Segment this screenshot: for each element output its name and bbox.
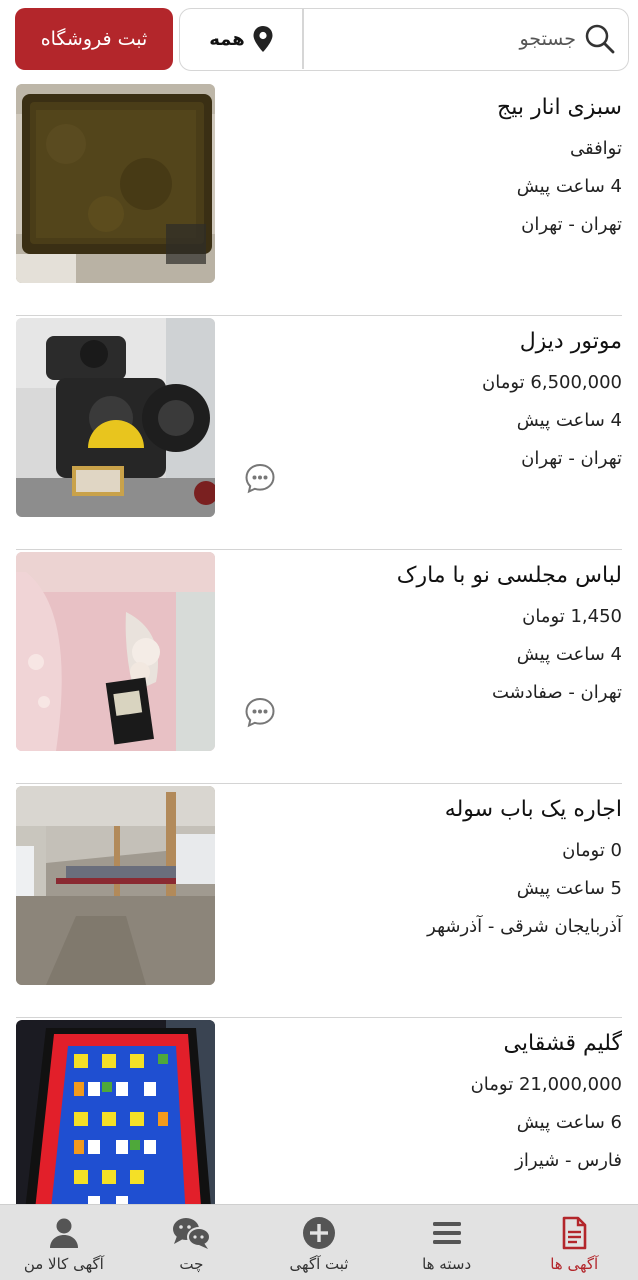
ad-title: گلیم قشقایی (503, 1031, 622, 1056)
ad-image-diesel-engine (16, 318, 215, 517)
ad-time: 4 ساعت پیش (516, 644, 622, 665)
ad-info: لباس مجلسی نو با مارک 1,450 تومان 4 ساعت… (242, 558, 622, 712)
search-box[interactable]: همه (179, 8, 629, 71)
register-shop-button[interactable]: ثبت فروشگاه (15, 8, 173, 70)
chat-bubbles-icon (173, 1218, 212, 1249)
nav-chat[interactable]: چت (128, 1205, 256, 1280)
ad-list-item[interactable]: لباس مجلسی نو با مارک 1,450 تومان 4 ساعت… (0, 550, 638, 784)
ad-list-item[interactable]: موتور دیزل 6,500,000 تومان 4 ساعت پیش ته… (0, 316, 638, 550)
nav-chat-label: چت (179, 1255, 204, 1273)
ad-location: آذربایجان شرقی - آذرشهر (427, 916, 622, 937)
ad-time: 5 ساعت پیش (516, 878, 622, 899)
location-pin-icon (253, 26, 273, 52)
ad-image-pink-dress (16, 552, 215, 751)
plus-circle-icon (303, 1217, 336, 1249)
ad-info: اجاره یک باب سوله 0 تومان 5 ساعت پیش آذر… (242, 792, 622, 946)
ad-time: 4 ساعت پیش (516, 176, 622, 197)
ad-info: گلیم قشقایی 21,000,000 تومان 6 ساعت پیش … (242, 1026, 622, 1180)
nav-categories[interactable]: دسته ها (383, 1205, 511, 1280)
bottom-navigation: آگهی ها دسته ها ثبت آگهی چت آگهی کالا من (0, 1204, 638, 1280)
ad-time: 4 ساعت پیش (516, 410, 622, 431)
nav-my-ads[interactable]: آگهی کالا من (0, 1205, 128, 1280)
chat-icon[interactable] (244, 696, 276, 728)
ad-title: موتور دیزل (519, 329, 622, 354)
nav-ads[interactable]: آگهی ها (510, 1205, 638, 1280)
ad-price: توافقی (569, 138, 622, 159)
ad-price: 0 تومان (562, 840, 622, 861)
ad-list-item[interactable]: سبزی انار بیج توافقی 4 ساعت پیش تهران - … (0, 82, 638, 316)
ad-image-kilim-rug (16, 1020, 215, 1204)
ad-image-dried-herbs (16, 84, 215, 283)
ad-price: 21,000,000 تومان (470, 1074, 622, 1095)
ad-location: تهران - تهران (521, 448, 622, 469)
top-bar: ثبت فروشگاه همه (0, 0, 638, 78)
menu-icon (432, 1222, 461, 1244)
ad-list-item[interactable]: گلیم قشقایی 21,000,000 تومان 6 ساعت پیش … (0, 1018, 638, 1204)
ad-info: سبزی انار بیج توافقی 4 ساعت پیش تهران - … (242, 90, 622, 244)
nav-categories-label: دسته ها (422, 1255, 472, 1273)
search-input[interactable] (316, 9, 576, 69)
ad-info: موتور دیزل 6,500,000 تومان 4 ساعت پیش ته… (242, 324, 622, 478)
nav-my-ads-label: آگهی کالا من (23, 1255, 104, 1273)
location-filter-label: همه (209, 28, 245, 50)
ad-price: 1,450 تومان (522, 606, 622, 627)
ad-title: سبزی انار بیج (497, 95, 622, 120)
ads-list[interactable]: سبزی انار بیج توافقی 4 ساعت پیش تهران - … (0, 82, 638, 1204)
nav-ads-label: آگهی ها (550, 1255, 599, 1273)
ad-location: تهران - صفادشت (491, 682, 622, 703)
search-divider (302, 9, 304, 69)
ad-title: لباس مجلسی نو با مارک (396, 563, 622, 588)
nav-post-ad-label: ثبت آگهی (289, 1255, 349, 1273)
ad-price: 6,500,000 تومان (482, 372, 622, 393)
ad-location: فارس - شیراز (515, 1150, 622, 1171)
ad-title: اجاره یک باب سوله (444, 797, 622, 822)
ad-time: 6 ساعت پیش (516, 1112, 622, 1133)
ad-image-warehouse (16, 786, 215, 985)
chat-icon[interactable] (244, 462, 276, 494)
location-filter[interactable]: همه (180, 9, 302, 69)
nav-post-ad[interactable]: ثبت آگهی (255, 1205, 383, 1280)
user-icon (49, 1218, 78, 1248)
ad-location: تهران - تهران (521, 214, 622, 235)
ad-list-item[interactable]: اجاره یک باب سوله 0 تومان 5 ساعت پیش آذر… (0, 784, 638, 1018)
document-icon (562, 1216, 587, 1250)
search-icon[interactable] (584, 23, 616, 55)
